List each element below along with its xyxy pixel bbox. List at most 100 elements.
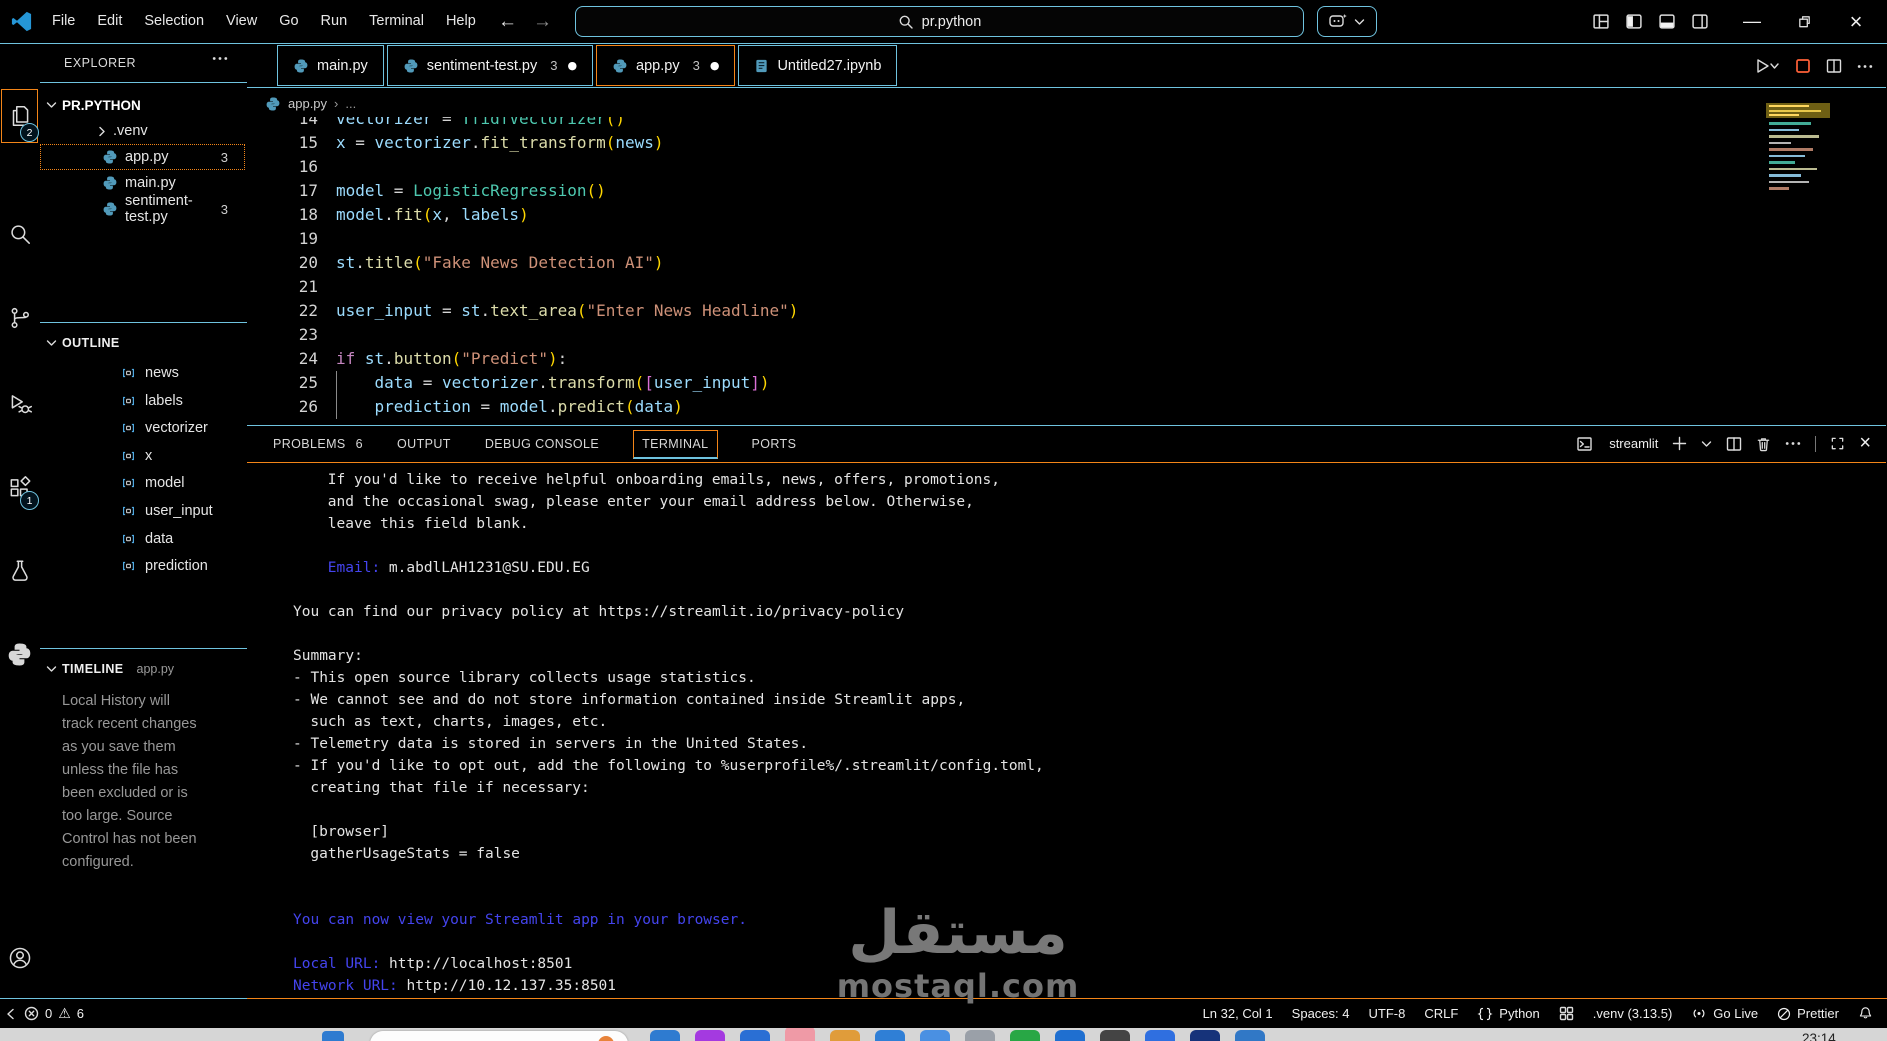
taskbar-app-icon[interactable] — [1010, 1030, 1040, 1041]
status-go-live[interactable]: Go Live — [1691, 1006, 1758, 1021]
panel-tab-debug-console[interactable]: DEBUG CONSOLE — [485, 426, 599, 462]
menu-file[interactable]: File — [41, 0, 86, 43]
menu-run[interactable]: Run — [310, 0, 359, 43]
status-grid[interactable] — [1559, 1006, 1574, 1021]
breadcrumb[interactable]: app.py › ... — [265, 90, 356, 117]
outline-item-labels[interactable]: labels — [120, 388, 245, 414]
chevron-left-icon[interactable] — [6, 1008, 15, 1020]
run-button[interactable] — [1756, 58, 1780, 74]
copilot-button[interactable] — [1317, 6, 1377, 37]
tab-main-py[interactable]: main.py — [277, 45, 384, 86]
status-indentation[interactable]: Spaces: 4 — [1292, 1006, 1350, 1021]
timeline-header[interactable]: TIMELINE app.py — [40, 655, 247, 682]
sidebar-item--venv[interactable]: .venv — [40, 118, 245, 144]
outline-item-news[interactable]: news — [120, 360, 245, 386]
terminal-name[interactable]: streamlit — [1609, 436, 1658, 451]
panel-tab-ports[interactable]: PORTS — [752, 426, 797, 462]
outline-item-user_input[interactable]: user_input — [120, 498, 245, 524]
outline-item-prediction[interactable]: prediction — [120, 553, 245, 579]
taskbar-app-icon[interactable] — [740, 1030, 770, 1041]
taskbar-app-icon[interactable] — [785, 1028, 815, 1041]
status-language-mode[interactable]: Python — [1477, 1006, 1540, 1021]
split-terminal-button[interactable] — [1726, 436, 1742, 452]
taskbar-app-icon[interactable] — [1100, 1030, 1130, 1041]
panel-tab-output[interactable]: OUTPUT — [397, 426, 451, 462]
taskbar-app-icon[interactable] — [650, 1030, 680, 1041]
toggle-panel-button[interactable] — [1658, 13, 1676, 30]
taskbar-app-icon[interactable] — [1235, 1030, 1265, 1041]
os-taskbar[interactable]: 23:14 — [0, 1028, 1887, 1041]
restore-button[interactable] — [1778, 0, 1830, 43]
taskbar-app-icon[interactable] — [965, 1030, 995, 1041]
panel-tab-terminal[interactable]: TERMINAL — [633, 429, 718, 459]
menu-edit[interactable]: Edit — [86, 0, 133, 43]
panel-tab-problems[interactable]: PROBLEMS 6 — [273, 426, 363, 462]
taskbar-search-pill[interactable] — [370, 1031, 628, 1041]
kill-terminal-button[interactable] — [1756, 436, 1771, 452]
new-terminal-button[interactable] — [1672, 436, 1687, 451]
outline-item-model[interactable]: model — [120, 470, 245, 496]
close-panel-button[interactable]: × — [1859, 432, 1871, 455]
outline-header[interactable]: OUTLINE — [40, 329, 247, 356]
minimap[interactable] — [1766, 103, 1830, 195]
taskbar-app-icon[interactable] — [322, 1031, 344, 1041]
close-button[interactable]: × — [1830, 0, 1882, 43]
terminal-output[interactable]: If you'd like to receive helpful onboard… — [247, 462, 1886, 997]
activity-search[interactable] — [0, 210, 39, 258]
toggle-secondary-sidebar-button[interactable] — [1691, 13, 1709, 30]
status-cursor-position[interactable]: Ln 32, Col 1 — [1203, 1006, 1273, 1021]
taskbar-app-icon[interactable] — [1190, 1030, 1220, 1041]
problems-status[interactable]: 0 ⚠ 6 — [24, 1006, 84, 1022]
panel-more-button[interactable] — [1785, 441, 1801, 446]
tab-sentiment-test-py[interactable]: sentiment-test.py 3 ● — [386, 45, 594, 86]
terminal-icon — [1576, 436, 1593, 452]
tab-Untitled27-ipynb[interactable]: Untitled27.ipynb — [738, 45, 898, 86]
activity-python[interactable] — [0, 630, 39, 678]
customize-layout-button[interactable] — [1592, 13, 1610, 30]
status-prettier[interactable]: Prettier — [1777, 1006, 1839, 1021]
activity-account[interactable] — [0, 934, 39, 982]
sidebar-item-sentiment-test-py[interactable]: sentiment-test.py 3 — [40, 193, 245, 225]
menu-terminal[interactable]: Terminal — [358, 0, 435, 43]
activity-testing[interactable] — [0, 547, 39, 595]
menu-selection[interactable]: Selection — [133, 0, 215, 43]
terminal-line: You can find our privacy policy at https… — [293, 604, 905, 620]
status-python-interpreter[interactable]: .venv (3.13.5) — [1593, 1006, 1673, 1021]
taskbar-app-icon[interactable] — [920, 1030, 950, 1041]
maximize-panel-button[interactable] — [1830, 436, 1845, 451]
menu-view[interactable]: View — [215, 0, 268, 43]
menu-go[interactable]: Go — [268, 0, 309, 43]
outline-item-data[interactable]: data — [120, 526, 245, 552]
split-editor-button[interactable] — [1826, 58, 1842, 74]
command-search-input[interactable]: pr.python — [575, 6, 1304, 37]
activity-source-control[interactable] — [0, 294, 39, 342]
more-actions-button[interactable] — [1857, 64, 1873, 69]
status-encoding[interactable]: UTF-8 — [1369, 1006, 1406, 1021]
activity-explorer[interactable]: 2 — [0, 88, 39, 144]
nav-forward-button[interactable]: → — [533, 11, 552, 33]
code-line: 18 model.fit(x, labels) — [247, 203, 1886, 227]
outline-item-x[interactable]: x — [120, 443, 245, 469]
taskbar-app-icon[interactable] — [1055, 1030, 1085, 1041]
code-editor[interactable]: 14 vectorizer = TfidfVectorizer() 15 x = ve… — [247, 117, 1886, 425]
taskbar-app-icon[interactable] — [695, 1030, 725, 1041]
taskbar-app-icon[interactable] — [875, 1030, 905, 1041]
minimize-button[interactable]: — — [1726, 0, 1778, 43]
error-count: 0 — [45, 1006, 53, 1021]
menu-help[interactable]: Help — [435, 0, 487, 43]
activity-extensions[interactable]: 1 — [0, 464, 39, 512]
sidebar-item-app-py[interactable]: app.py 3 — [40, 144, 245, 170]
sidebar-item-root-folder[interactable]: PR.PYTHON — [40, 92, 247, 118]
stop-button[interactable] — [1795, 58, 1811, 74]
status-notifications[interactable] — [1858, 1006, 1873, 1021]
outline-item-vectorizer[interactable]: vectorizer — [120, 415, 245, 441]
status-eol[interactable]: CRLF — [1424, 1006, 1458, 1021]
terminal-dropdown-button[interactable] — [1701, 440, 1712, 448]
toggle-sidebar-button[interactable] — [1625, 13, 1643, 30]
tab-app-py[interactable]: app.py 3 ● — [596, 45, 736, 86]
taskbar-app-icon[interactable] — [830, 1030, 860, 1041]
taskbar-app-icon[interactable] — [1145, 1030, 1175, 1041]
nav-back-button[interactable]: ← — [498, 11, 517, 33]
explorer-more-button[interactable] — [212, 56, 228, 61]
activity-run-debug[interactable] — [0, 380, 39, 428]
